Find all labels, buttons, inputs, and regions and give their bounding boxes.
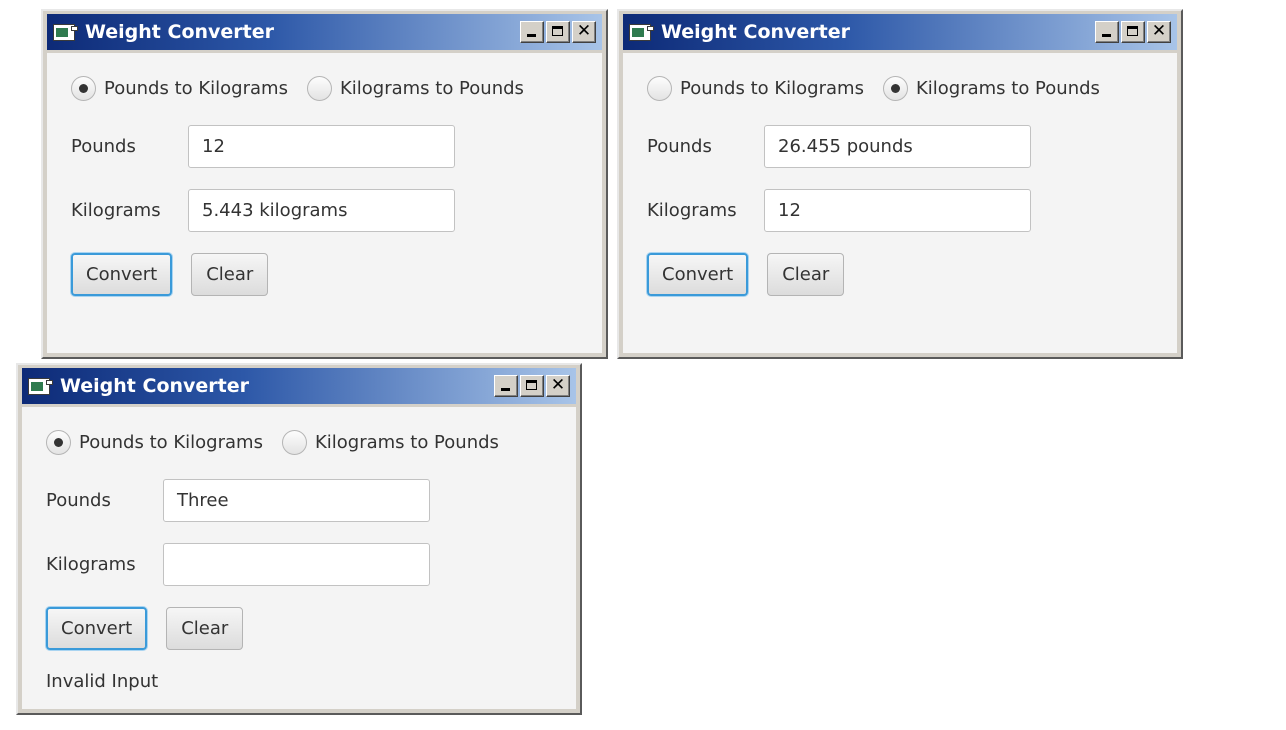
kilograms-label: Kilograms bbox=[71, 200, 161, 221]
clear-button[interactable]: Clear bbox=[191, 253, 269, 296]
radio-kilograms-to-pounds[interactable]: Kilograms to Pounds bbox=[882, 76, 1100, 101]
kilograms-label: Kilograms bbox=[647, 200, 737, 221]
radio-pounds-to-kilograms[interactable]: Pounds to Kilograms bbox=[647, 76, 864, 101]
radio-pounds-to-kilograms[interactable]: Pounds to Kilograms bbox=[71, 76, 288, 101]
kilograms-row: Kilograms 12 bbox=[647, 189, 1031, 232]
radio-label: Pounds to Kilograms bbox=[680, 78, 864, 99]
button-row: Convert Clear bbox=[71, 253, 269, 296]
caption-buttons: ✕ bbox=[1095, 21, 1171, 43]
window-client-area: Pounds to Kilograms Kilograms to Pounds … bbox=[47, 53, 602, 353]
app-window-icon bbox=[28, 378, 53, 395]
kilograms-field[interactable] bbox=[163, 543, 430, 586]
window-title: Weight Converter bbox=[60, 375, 250, 397]
convert-button[interactable]: Convert bbox=[71, 253, 173, 296]
maximize-icon[interactable] bbox=[546, 21, 570, 43]
weight-converter-window-3: Weight Converter ✕ Pounds to Kilograms K… bbox=[16, 363, 582, 715]
title-bar[interactable]: Weight Converter ✕ bbox=[47, 14, 602, 50]
pounds-label: Pounds bbox=[647, 136, 712, 157]
maximize-icon[interactable] bbox=[1121, 21, 1145, 43]
conversion-mode-group: Pounds to Kilograms Kilograms to Pounds bbox=[71, 76, 524, 101]
radio-pounds-to-kilograms[interactable]: Pounds to Kilograms bbox=[46, 430, 263, 455]
window-title: Weight Converter bbox=[85, 21, 275, 43]
maximize-icon[interactable] bbox=[520, 375, 544, 397]
close-icon[interactable]: ✕ bbox=[546, 375, 570, 397]
window-client-area: Pounds to Kilograms Kilograms to Pounds … bbox=[623, 53, 1177, 353]
app-window-icon bbox=[629, 24, 654, 41]
button-row: Convert Clear bbox=[46, 607, 244, 650]
kilograms-field[interactable]: 5.443 kilograms bbox=[188, 189, 455, 232]
minimize-icon[interactable] bbox=[494, 375, 518, 397]
radio-kilograms-to-pounds[interactable]: Kilograms to Pounds bbox=[306, 76, 524, 101]
pounds-row: Pounds 26.455 pounds bbox=[647, 125, 1031, 168]
kilograms-row: Kilograms bbox=[46, 543, 430, 586]
close-icon[interactable]: ✕ bbox=[572, 21, 596, 43]
window-title: Weight Converter bbox=[661, 21, 851, 43]
pounds-label: Pounds bbox=[46, 490, 111, 511]
convert-button[interactable]: Convert bbox=[46, 607, 148, 650]
caption-buttons: ✕ bbox=[494, 375, 570, 397]
pounds-label: Pounds bbox=[71, 136, 136, 157]
status-message: Invalid Input bbox=[46, 671, 159, 692]
radio-label: Pounds to Kilograms bbox=[79, 432, 263, 453]
title-bar[interactable]: Weight Converter ✕ bbox=[623, 14, 1177, 50]
minimize-icon[interactable] bbox=[520, 21, 544, 43]
pounds-row: Pounds Three bbox=[46, 479, 430, 522]
button-row: Convert Clear bbox=[647, 253, 845, 296]
radio-kilograms-to-pounds[interactable]: Kilograms to Pounds bbox=[281, 430, 499, 455]
conversion-mode-group: Pounds to Kilograms Kilograms to Pounds bbox=[647, 76, 1100, 101]
pounds-field[interactable]: 12 bbox=[188, 125, 455, 168]
radio-unchecked-icon[interactable] bbox=[281, 430, 307, 455]
radio-unchecked-icon[interactable] bbox=[306, 76, 332, 101]
pounds-row: Pounds 12 bbox=[71, 125, 455, 168]
radio-label: Kilograms to Pounds bbox=[915, 78, 1100, 99]
conversion-mode-group: Pounds to Kilograms Kilograms to Pounds bbox=[46, 430, 499, 455]
window-client-area: Pounds to Kilograms Kilograms to Pounds … bbox=[22, 407, 576, 709]
title-bar[interactable]: Weight Converter ✕ bbox=[22, 368, 576, 404]
pounds-field[interactable]: Three bbox=[163, 479, 430, 522]
radio-label: Kilograms to Pounds bbox=[314, 432, 499, 453]
weight-converter-window-2: Weight Converter ✕ Pounds to Kilograms K… bbox=[617, 9, 1183, 359]
kilograms-label: Kilograms bbox=[46, 554, 136, 575]
radio-unchecked-icon[interactable] bbox=[647, 76, 672, 101]
radio-checked-icon[interactable] bbox=[46, 430, 71, 455]
radio-checked-icon[interactable] bbox=[882, 76, 908, 101]
pounds-field[interactable]: 26.455 pounds bbox=[764, 125, 1031, 168]
kilograms-row: Kilograms 5.443 kilograms bbox=[71, 189, 455, 232]
minimize-icon[interactable] bbox=[1095, 21, 1119, 43]
kilograms-field[interactable]: 12 bbox=[764, 189, 1031, 232]
close-icon[interactable]: ✕ bbox=[1147, 21, 1171, 43]
radio-label: Pounds to Kilograms bbox=[104, 78, 288, 99]
radio-label: Kilograms to Pounds bbox=[339, 78, 524, 99]
caption-buttons: ✕ bbox=[520, 21, 596, 43]
weight-converter-window-1: Weight Converter ✕ Pounds to Kilograms K… bbox=[41, 9, 608, 359]
radio-checked-icon[interactable] bbox=[71, 76, 96, 101]
app-window-icon bbox=[53, 24, 78, 41]
clear-button[interactable]: Clear bbox=[767, 253, 845, 296]
convert-button[interactable]: Convert bbox=[647, 253, 749, 296]
clear-button[interactable]: Clear bbox=[166, 607, 244, 650]
